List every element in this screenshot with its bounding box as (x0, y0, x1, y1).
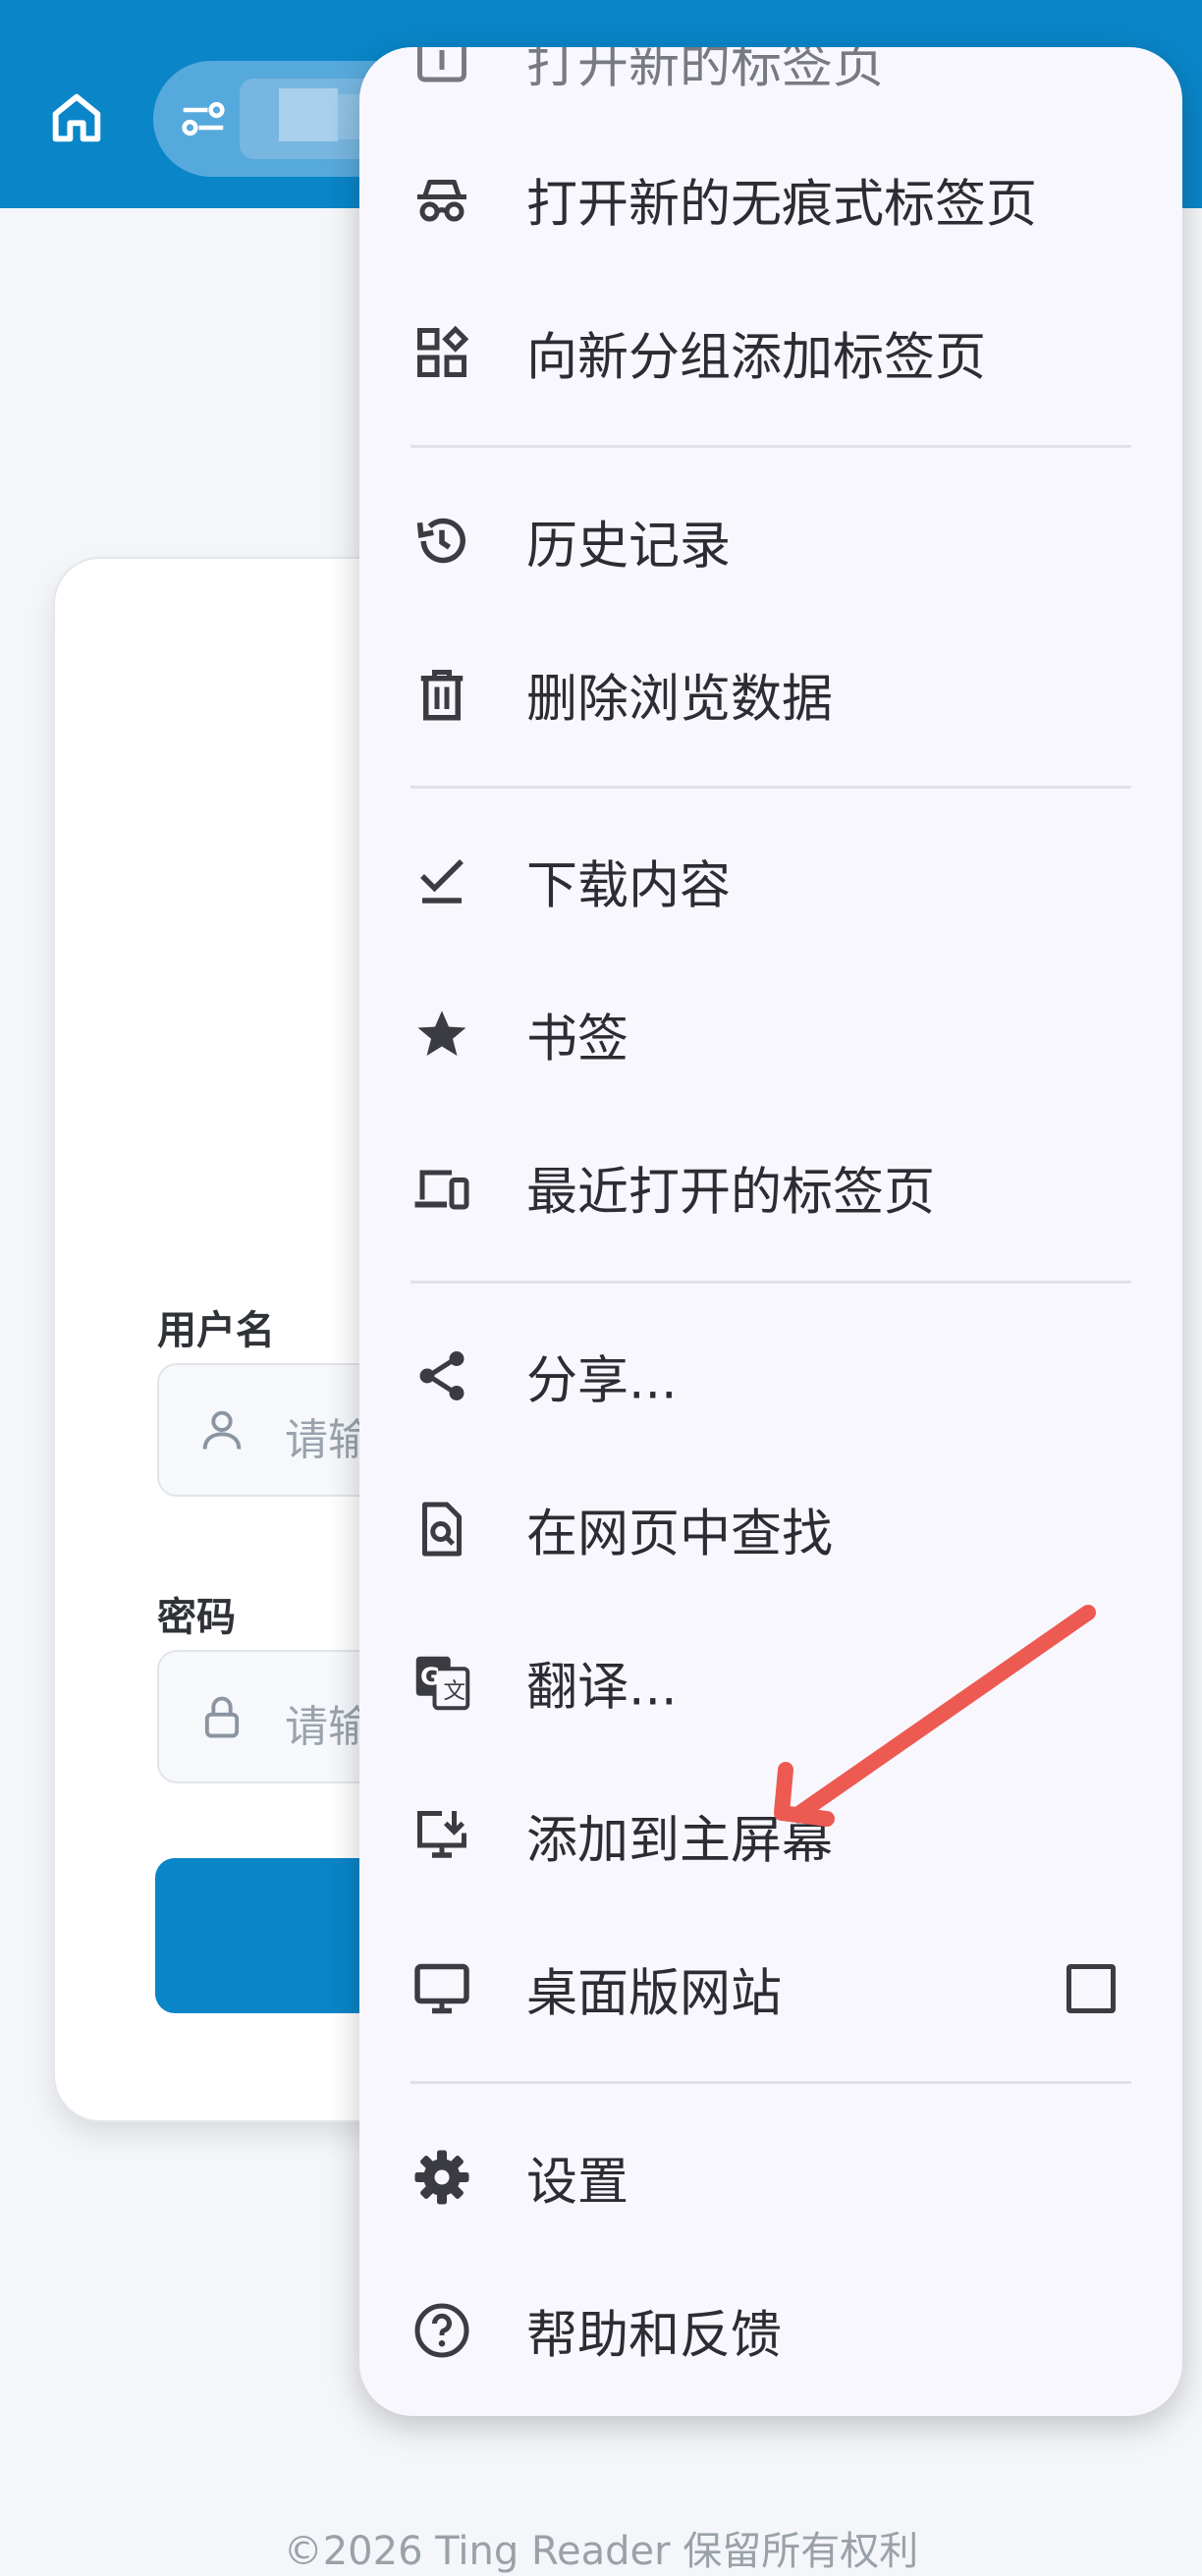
menu-item-share[interactable]: 分享... (359, 1302, 1182, 1450)
menu-item-recent-tabs[interactable]: 最近打开的标签页 (359, 1114, 1182, 1261)
password-placeholder: 请输 (285, 1702, 371, 1752)
lock-icon (204, 1696, 240, 1738)
blurred-url-block (279, 88, 338, 141)
desktop-site-checkbox[interactable] (1066, 1964, 1116, 2013)
site-settings-icon[interactable] (177, 92, 230, 145)
svg-text:G: G (420, 1663, 441, 1691)
menu-divider (410, 445, 1131, 448)
add-to-home-icon (417, 1811, 466, 1858)
menu-divider (410, 786, 1131, 789)
home-icon (52, 93, 101, 142)
devices-icon (414, 1170, 469, 1210)
tab-group-icon (417, 325, 469, 377)
incognito-icon (417, 180, 466, 222)
download-check-icon (420, 859, 464, 904)
footer-copyright: ©2026 Ting Reader 保留所有权利 (283, 2529, 919, 2574)
monitor-icon (414, 1963, 469, 2014)
menu-item-add-tab-to-group[interactable]: 向新分组添加标签页 (359, 279, 1182, 426)
menu-item-translate[interactable]: G 文 翻译... (359, 1609, 1182, 1756)
translate-icon: G 文 (415, 1656, 470, 1711)
username-label: 用户名 (157, 1308, 275, 1353)
menu-item-clear-browsing-data[interactable]: 删除浏览数据 (359, 621, 1182, 768)
menu-item-desktop-site[interactable]: 桌面版网站 (359, 1915, 1182, 2062)
help-icon (414, 2303, 469, 2358)
menu-item-settings[interactable]: 设置 (359, 2104, 1182, 2251)
menu-item-help-feedback[interactable]: 帮助和反馈 (359, 2257, 1182, 2404)
trash-icon (420, 670, 464, 721)
password-label: 密码 (157, 1595, 236, 1640)
menu-item-downloads[interactable]: 下载内容 (359, 807, 1182, 955)
menu-divider (410, 1281, 1131, 1284)
username-placeholder: 请输 (285, 1415, 371, 1465)
new-tab-icon (417, 47, 466, 82)
gear-icon (414, 2150, 469, 2205)
menu-item-incognito-tab[interactable]: 打开新的无痕式标签页 (359, 126, 1182, 273)
menu-item-history[interactable]: 历史记录 (359, 467, 1182, 615)
menu-item-find-in-page[interactable]: 在网页中查找 (359, 1455, 1182, 1603)
menu-item-add-to-home-screen[interactable]: 添加到主屏幕 (359, 1762, 1182, 1909)
menu-item-new-tab[interactable]: 打开新的标签页 (359, 47, 1182, 134)
home-button[interactable] (41, 82, 112, 153)
browser-overflow-menu: 打开新的标签页 打开新的无痕式标签页 向新分组添加标签页 历史记录 删除浏览数据… (359, 47, 1182, 2416)
user-icon (202, 1410, 242, 1450)
history-icon (416, 518, 465, 564)
share-icon (419, 1351, 464, 1400)
menu-item-bookmarks[interactable]: 书签 (359, 960, 1182, 1108)
star-icon (417, 1011, 466, 1056)
menu-divider (410, 2081, 1131, 2084)
svg-text:文: 文 (444, 1678, 466, 1704)
find-in-page-icon (422, 1502, 462, 1557)
